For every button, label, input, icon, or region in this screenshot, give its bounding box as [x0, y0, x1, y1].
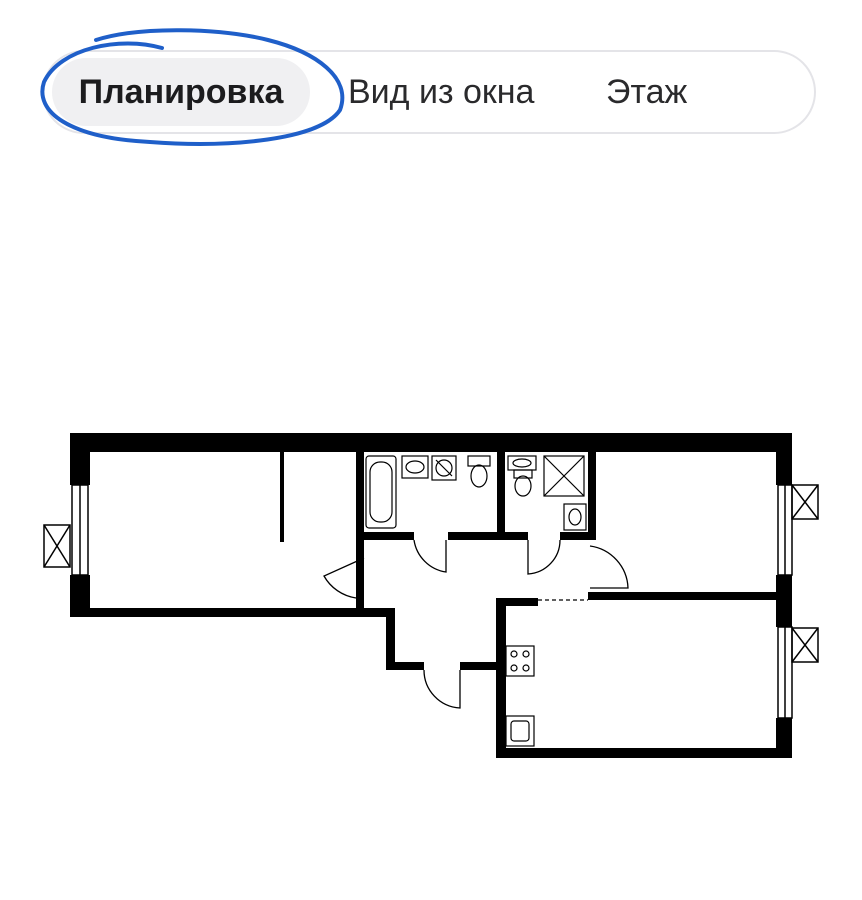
outer-wall-left-upper	[70, 433, 90, 485]
living-room-bottom-wall	[70, 608, 390, 617]
bathroom-bottom-wall-right	[448, 532, 528, 540]
corridor-wall-bottom-right	[460, 662, 498, 670]
outer-wall-top	[70, 433, 792, 452]
wc-bottom-wall	[560, 532, 596, 540]
kitchen-top-wall-left	[496, 598, 538, 606]
bathroom-bottom-wall-left	[356, 532, 414, 540]
bathtub-icon	[365, 455, 397, 529]
sink-icon	[507, 455, 537, 471]
window-icon	[43, 484, 89, 576]
washing-machine-icon	[431, 455, 457, 481]
stove-icon	[505, 645, 535, 677]
door-wc	[527, 539, 561, 575]
corridor-wall-bottom-left	[386, 662, 424, 670]
corridor-wall-left	[386, 608, 395, 670]
floor-plan	[43, 433, 819, 758]
bedroom-kitchen-wall	[588, 592, 788, 600]
living-room-partition	[280, 450, 284, 542]
sink-icon	[401, 455, 429, 479]
door-bathroom	[413, 539, 447, 573]
bathroom-wall-right	[497, 450, 505, 538]
kitchen-wall-left	[496, 598, 506, 758]
door-bedroom	[589, 545, 629, 589]
outer-wall-right-mid	[776, 575, 792, 627]
outer-wall-right-bottom	[776, 718, 792, 758]
kitchen-sink-icon	[505, 715, 535, 747]
outer-wall-bottom	[496, 748, 792, 758]
sink-icon	[563, 503, 587, 531]
toilet-icon	[513, 469, 533, 497]
bathroom-wall-left	[356, 450, 364, 610]
outer-wall-right-top	[776, 433, 792, 485]
shower-icon	[543, 455, 585, 497]
toilet-icon	[467, 455, 491, 488]
door-entrance	[423, 669, 461, 709]
wc-wall-right	[588, 450, 596, 540]
